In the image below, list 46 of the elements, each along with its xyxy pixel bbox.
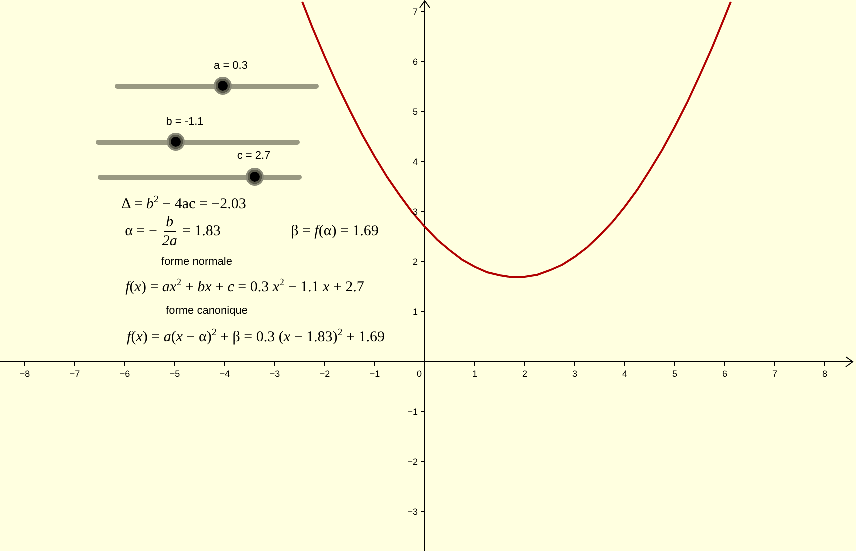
formula: f(x) = a(x − α)$^{2}$ + β = 0.3 (x − 1.83)$^{2}$ + 1.69 <box>127 328 385 346</box>
tick-label: −2 <box>320 369 330 379</box>
tick-label: 2 <box>412 257 418 267</box>
slider[interactable] <box>98 167 302 187</box>
tick-label: 7 <box>412 7 418 17</box>
formula: f(x) = ax$^{2}$ + bx + c = 0.3 x$^{2}$ − 1.1 x + 2.7 <box>126 278 364 296</box>
tick-label: 5 <box>672 369 678 379</box>
tick-label: −3 <box>408 507 418 517</box>
slider-thumb[interactable] <box>166 133 185 151</box>
tick-label: −1 <box>408 407 418 417</box>
caption: forme canonique <box>166 305 248 317</box>
tick-label: 3 <box>412 207 418 217</box>
fraction-numerator: b <box>164 214 176 232</box>
tick-label: 6 <box>722 369 728 379</box>
tick-label: 3 <box>572 369 578 379</box>
tick-label: −5 <box>170 369 180 379</box>
slider-thumb[interactable] <box>214 77 232 95</box>
slider-label: b = -1.1 <box>166 116 204 128</box>
formula: β = f(α) = 1.69 <box>291 224 379 240</box>
tick-label: 7 <box>772 369 778 379</box>
tick-label: −7 <box>70 369 80 379</box>
tick-label: −2 <box>408 457 418 467</box>
tick-label: 6 <box>412 57 418 67</box>
slider-label: c = 2.7 <box>237 150 271 162</box>
slider-thumb[interactable] <box>246 168 264 186</box>
slider[interactable] <box>96 132 300 152</box>
tick-label: −4 <box>220 369 230 379</box>
tick-label: 2 <box>522 369 528 379</box>
tick-label: −1 <box>370 369 380 379</box>
tick-label: 4 <box>412 157 418 167</box>
fraction-denominator: 2a <box>162 232 178 250</box>
formula-text: α = − <box>125 224 158 240</box>
formula: Δ = b$^{2}$ − 4ac = −2.03 <box>122 194 246 214</box>
slider-label: a = 0.3 <box>214 60 248 72</box>
tick-label: 8 <box>822 369 828 379</box>
tick-label: −3 <box>270 369 280 379</box>
tick-label: 1 <box>472 369 478 379</box>
slider[interactable] <box>115 76 319 96</box>
tick-label: 5 <box>412 107 418 117</box>
caption: forme normale <box>162 256 232 268</box>
tick-label: −8 <box>20 369 30 379</box>
tick-label: 1 <box>412 307 418 317</box>
tick-label: −6 <box>120 369 130 379</box>
tick-label: 0 <box>416 369 422 379</box>
tick-label: 4 <box>622 369 628 379</box>
formula-text: = 1.83 <box>182 224 221 240</box>
